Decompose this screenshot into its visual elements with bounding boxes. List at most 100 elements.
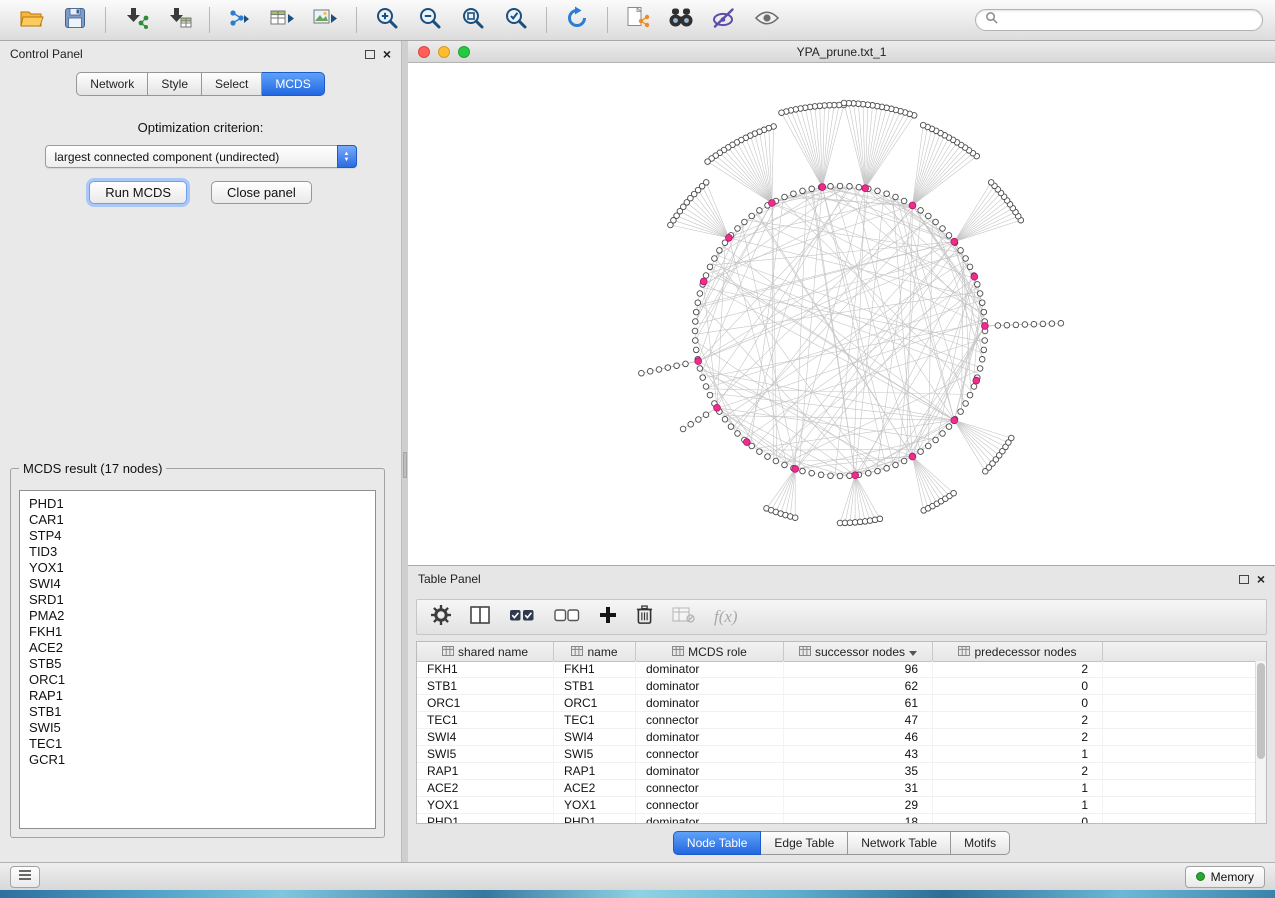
mcds-result-item[interactable]: PMA2 [29,608,375,624]
show-graphics-details-button[interactable] [747,4,787,36]
table-row[interactable]: ORC1ORC1dominator610 [417,695,1255,712]
table-scrollbar[interactable] [1255,661,1266,823]
mcds-result-item[interactable]: GCR1 [29,752,375,768]
tab-network[interactable]: Network [76,72,148,96]
column-header-name[interactable]: name [554,642,636,661]
run-mcds-button[interactable]: Run MCDS [89,181,187,204]
mcds-result-item[interactable]: STB5 [29,656,375,672]
column-grid-icon [442,645,454,659]
search-input[interactable] [1004,12,1253,28]
table-cell: SWI5 [554,746,636,762]
criterion-dropdown[interactable]: largest connected component (undirected)… [45,145,357,168]
export-to-web-button[interactable] [618,4,658,36]
mcds-result-item[interactable]: TEC1 [29,736,375,752]
table-row[interactable]: SWI4SWI4dominator462 [417,729,1255,746]
mcds-result-item[interactable]: RAP1 [29,688,375,704]
table-cell: connector [636,712,784,728]
show-columns-button[interactable] [470,606,490,629]
hide-analyzer-button[interactable] [704,4,744,36]
tab-motifs[interactable]: Motifs [951,831,1010,855]
column-header-predecessor-nodes[interactable]: predecessor nodes [933,642,1103,661]
select-all-button[interactable] [509,607,535,628]
mcds-result-item[interactable]: STP4 [29,528,375,544]
table-row[interactable]: SWI5SWI5connector431 [417,746,1255,763]
network-graph-svg[interactable] [408,63,1275,565]
zoom-out-button[interactable] [410,4,450,36]
minimize-window-icon[interactable] [438,46,450,58]
tab-edge-table[interactable]: Edge Table [761,831,848,855]
import-network-icon [123,7,149,34]
export-network-button[interactable] [220,4,260,36]
import-table-button[interactable] [159,4,199,36]
mcds-result-item[interactable]: FKH1 [29,624,375,640]
mcds-result-item[interactable]: ORC1 [29,672,375,688]
tab-select[interactable]: Select [202,72,262,96]
delete-column-button[interactable] [636,605,653,630]
window-controls [418,41,470,62]
refresh-view-button[interactable] [557,4,597,36]
network-canvas[interactable] [408,63,1275,565]
table-panel-header: Table Panel × [408,566,1275,592]
tab-mcds[interactable]: MCDS [262,72,324,96]
splitter-grip-icon [403,452,407,478]
memory-button[interactable]: Memory [1185,866,1265,888]
network-window-title: YPA_prune.txt_1 [797,45,887,59]
mcds-result-item[interactable]: ACE2 [29,640,375,656]
table-row[interactable]: RAP1RAP1dominator352 [417,763,1255,780]
mcds-result-item[interactable]: STB1 [29,704,375,720]
gear-icon [431,605,451,630]
table-cell: 1 [933,797,1103,813]
table-cell: dominator [636,729,784,745]
mcds-result-item[interactable]: CAR1 [29,512,375,528]
float-table-panel-icon[interactable] [1239,575,1249,584]
mcds-result-item[interactable]: PHD1 [29,496,375,512]
scrollbar-thumb[interactable] [1257,663,1265,759]
table-cell: 0 [933,814,1103,823]
tab-node-table[interactable]: Node Table [673,831,762,855]
save-session-button[interactable] [55,4,95,36]
mcds-result-item[interactable]: SWI4 [29,576,375,592]
table-row[interactable]: STB1STB1dominator620 [417,678,1255,695]
export-image-button[interactable] [306,4,346,36]
mcds-result-item[interactable]: SWI5 [29,720,375,736]
column-grid-icon [672,645,684,659]
close-table-panel-icon[interactable]: × [1257,572,1265,586]
close-panel-button[interactable]: Close panel [211,181,312,204]
status-menu-button[interactable] [10,866,40,888]
mcds-result-item[interactable]: SRD1 [29,592,375,608]
column-header-shared-name[interactable]: shared name [417,642,554,661]
add-column-button[interactable] [599,606,617,629]
zoom-fit-button[interactable] [453,4,493,36]
table-row[interactable]: TEC1TEC1connector472 [417,712,1255,729]
export-table-button[interactable] [263,4,303,36]
zoom-selected-button[interactable] [496,4,536,36]
zoom-in-button[interactable] [367,4,407,36]
table-body[interactable]: FKH1FKH1dominator962STB1STB1dominator620… [417,661,1255,823]
mcds-result-item[interactable]: TID3 [29,544,375,560]
table-cell: 62 [784,678,933,694]
open-file-button[interactable] [12,4,52,36]
tab-style[interactable]: Style [148,72,202,96]
table-row[interactable]: PHD1PHD1dominator180 [417,814,1255,823]
table-settings-button[interactable] [431,605,451,630]
column-header-successor-nodes[interactable]: successor nodes [784,642,933,661]
column-header-MCDS-role[interactable]: MCDS role [636,642,784,661]
maximize-window-icon[interactable] [458,46,470,58]
mcds-result-list[interactable]: PHD1CAR1STP4TID3YOX1SWI4SRD1PMA2FKH1ACE2… [19,490,376,829]
table-row[interactable]: ACE2ACE2connector311 [417,780,1255,797]
table-cell: SWI5 [417,746,554,762]
tab-network-table[interactable]: Network Table [848,831,951,855]
search-network-button[interactable] [661,4,701,36]
table-panel-title: Table Panel [418,572,481,586]
close-window-icon[interactable] [418,46,430,58]
toolbar-search[interactable] [975,9,1263,31]
mcds-result-item[interactable]: YOX1 [29,560,375,576]
clear-table-button-disabled [672,607,695,628]
table-row[interactable]: YOX1YOX1connector291 [417,797,1255,814]
import-network-button[interactable] [116,4,156,36]
float-panel-icon[interactable] [365,50,375,59]
table-row[interactable]: FKH1FKH1dominator962 [417,661,1255,678]
save-disk-icon [64,7,86,34]
deselect-all-button[interactable] [554,607,580,628]
close-panel-icon[interactable]: × [383,47,391,61]
